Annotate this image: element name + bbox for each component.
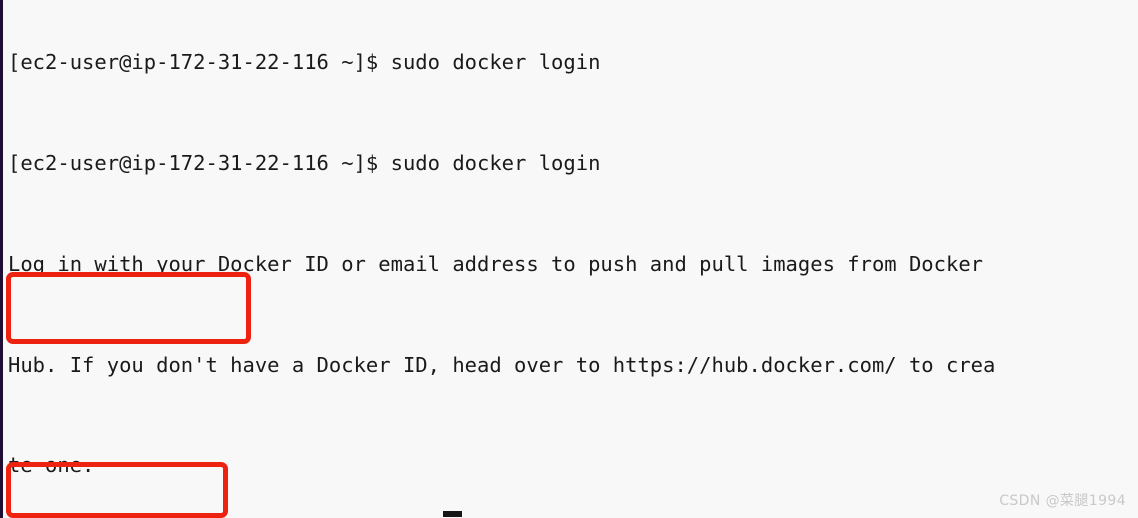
terminal-output[interactable]: [ec2-user@ip-172-31-22-116 ~]$ sudo dock… xyxy=(8,0,1138,518)
watermark: CSDN @菜腿1994 xyxy=(999,493,1126,509)
terminal-cursor xyxy=(443,511,462,517)
window-left-border xyxy=(0,0,3,518)
terminal-line: [ec2-user@ip-172-31-22-116 ~]$ sudo dock… xyxy=(8,50,601,75)
terminal-line: Log in with your Docker ID or email addr… xyxy=(8,251,984,276)
terminal-line: te one. xyxy=(8,453,95,478)
terminal-line: [ec2-user@ip-172-31-22-116 ~]$ sudo dock… xyxy=(8,150,601,175)
terminal-window[interactable]: [ec2-user@ip-172-31-22-116 ~]$ sudo dock… xyxy=(0,0,1138,518)
terminal-line: Hub. If you don't have a Docker ID, head… xyxy=(8,352,996,377)
